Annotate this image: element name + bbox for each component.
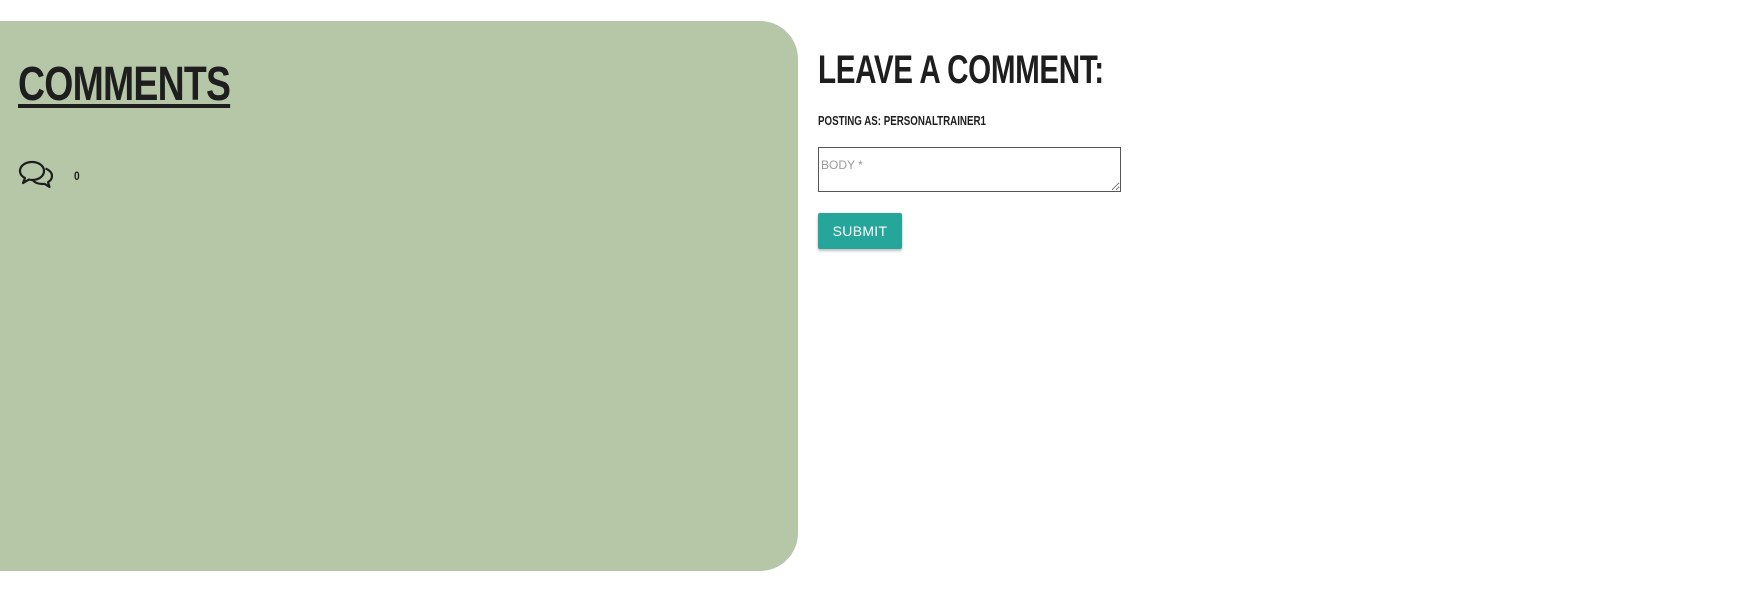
posting-as-label: POSTING AS: PERSONALTRAINER1 [818,113,986,128]
comments-section: COMMENTS 0 LEAVE A COMMENT: POSTING AS: … [0,0,1747,592]
comments-heading: COMMENTS [18,58,231,111]
comment-count: 0 [74,169,80,183]
comments-panel: COMMENTS 0 [0,21,798,571]
comments-icon [18,160,54,189]
comment-form: LEAVE A COMMENT: POSTING AS: PERSONALTRA… [818,45,1158,249]
comment-body-input[interactable] [818,147,1121,192]
submit-button[interactable]: SUBMIT [818,213,902,249]
leave-comment-heading: LEAVE A COMMENT: [818,48,1104,92]
